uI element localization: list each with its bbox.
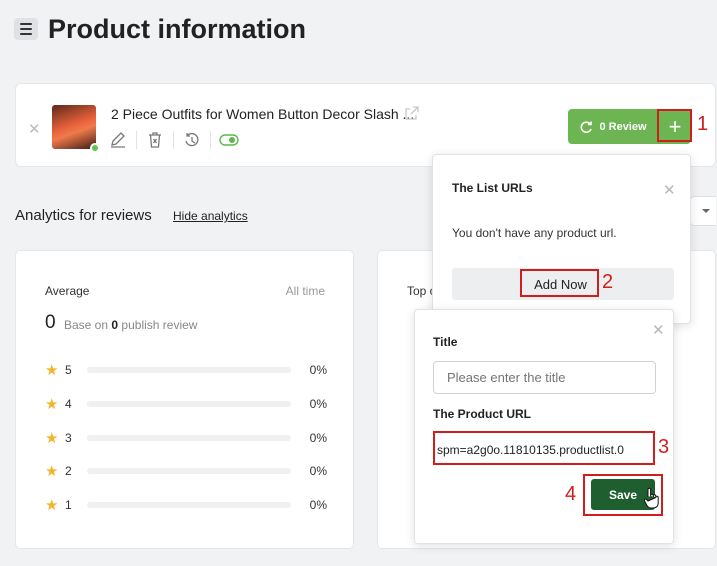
status-dot [90, 143, 100, 153]
review-count-button[interactable]: 0 Review [568, 109, 658, 144]
product-thumbnail[interactable] [52, 105, 96, 149]
title-label: Title [433, 335, 458, 349]
average-label: Average [45, 284, 90, 298]
page-title: Product information [48, 14, 306, 44]
star-icon: ★ [45, 396, 59, 413]
remove-icon[interactable]: ✕ [28, 120, 41, 138]
rating-row: ★ 1 0% [45, 497, 327, 514]
rating-bar [87, 502, 291, 508]
history-icon[interactable] [182, 130, 202, 150]
star-icon: ★ [45, 430, 59, 447]
review-count-label: 0 Review [599, 120, 647, 133]
menu-toggle-button[interactable] [14, 18, 38, 40]
hide-analytics-link[interactable]: Hide analytics [173, 209, 248, 223]
annotation-number: 1 [697, 113, 709, 135]
close-icon[interactable]: ✕ [652, 321, 665, 339]
product-name[interactable]: 2 Piece Outfits for Women Button Decor S… [111, 106, 414, 122]
external-link-icon[interactable] [404, 105, 420, 121]
highlight-box-2 [520, 269, 599, 297]
rating-row: ★ 5 0% [45, 362, 327, 379]
rating-row: ★ 3 0% [45, 430, 327, 447]
rating-bar [87, 435, 291, 441]
edit-icon[interactable] [108, 130, 128, 150]
annotation-number: 2 [602, 271, 614, 293]
average-value: 0 [45, 312, 56, 333]
star-icon: ★ [45, 497, 59, 514]
delete-icon[interactable] [145, 130, 165, 150]
rating-row: ★ 4 0% [45, 396, 327, 413]
period-label: All time [285, 284, 325, 298]
refresh-icon [580, 120, 593, 133]
hand-cursor-icon [643, 487, 659, 509]
period-select[interactable] [690, 196, 716, 226]
title-input[interactable] [433, 361, 656, 394]
annotation-number: 3 [658, 436, 670, 458]
average-rating-card: Average All time 0 Base on 0 publish rev… [15, 250, 354, 549]
empty-message: You don't have any product url. [452, 226, 617, 240]
rating-bar [87, 401, 291, 407]
visibility-toggle-icon[interactable] [219, 130, 239, 150]
rating-bar [87, 468, 291, 474]
base-review-text: Base on 0 publish review [64, 318, 198, 332]
popup-title: The List URLs [452, 181, 533, 195]
rating-bar [87, 367, 291, 373]
hamburger-icon [20, 23, 32, 25]
rating-row: ★ 2 0% [45, 463, 327, 480]
star-icon: ★ [45, 362, 59, 379]
list-urls-popup: ✕ The List URLs You don't have any produ… [432, 154, 691, 324]
highlight-box-3 [433, 431, 655, 465]
chevron-down-icon [702, 209, 710, 213]
product-url-label: The Product URL [433, 407, 531, 421]
star-icon: ★ [45, 463, 59, 480]
product-actions [108, 130, 239, 150]
highlight-box-1 [657, 109, 692, 142]
analytics-title: Analytics for reviews [15, 207, 152, 224]
publish-review-count: 0 [111, 318, 119, 332]
close-icon[interactable]: ✕ [663, 181, 676, 199]
annotation-number: 4 [565, 483, 577, 505]
